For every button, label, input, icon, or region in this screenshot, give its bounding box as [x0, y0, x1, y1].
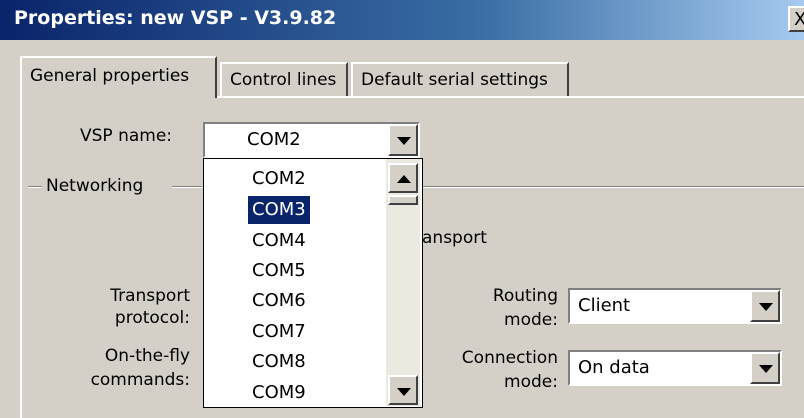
- list-item[interactable]: COM8: [248, 348, 310, 376]
- vsp-name-value: COM2: [247, 129, 301, 150]
- networking-group-line: [28, 186, 42, 188]
- connection-mode-select[interactable]: On data: [568, 350, 782, 386]
- networking-group-line: [421, 186, 804, 188]
- close-icon: X: [794, 9, 804, 30]
- transport-protocol-label-line1: Transport: [110, 286, 190, 306]
- chevron-down-icon: [759, 365, 773, 373]
- routing-mode-select[interactable]: Client: [568, 288, 782, 324]
- onthefly-commands-label-line2: commands:: [90, 370, 190, 390]
- connection-mode-dropdown-button[interactable]: [750, 352, 780, 384]
- onthefly-commands-label-line1: On-the-fly: [104, 346, 190, 366]
- transport-option-label: ansport: [422, 228, 487, 248]
- tab-label: Default serial settings: [361, 70, 548, 90]
- list-item[interactable]: COM2: [248, 165, 310, 193]
- window-title: Properties: new VSP - V3.9.82: [14, 7, 337, 29]
- scroll-up-button[interactable]: [388, 163, 418, 193]
- list-item-selected[interactable]: COM3: [248, 196, 310, 224]
- tab-default-serial-settings[interactable]: Default serial settings: [351, 62, 569, 96]
- routing-mode-label-line2: mode:: [504, 310, 558, 330]
- tab-label: Control lines: [230, 70, 337, 90]
- tab-general-properties[interactable]: General properties: [20, 56, 217, 98]
- dropdown-scrollbar[interactable]: [386, 159, 420, 406]
- chevron-down-icon: [397, 388, 411, 396]
- vsp-name-dropdown-button[interactable]: [388, 124, 418, 156]
- routing-mode-value: Client: [578, 295, 631, 316]
- vsp-name-label: VSP name:: [80, 126, 173, 146]
- close-button[interactable]: X: [788, 6, 804, 32]
- connection-mode-label-line2: mode:: [504, 372, 558, 392]
- list-item[interactable]: COM5: [248, 257, 310, 285]
- scroll-down-button[interactable]: [388, 375, 418, 405]
- connection-mode-label-line1: Connection: [461, 348, 558, 368]
- list-item[interactable]: COM9: [248, 379, 310, 407]
- routing-mode-label-line1: Routing: [492, 286, 558, 306]
- tab-control-lines[interactable]: Control lines: [220, 62, 348, 96]
- list-item[interactable]: COM6: [248, 287, 310, 315]
- title-bar: Properties: new VSP - V3.9.82 X: [0, 0, 804, 40]
- chevron-down-icon: [397, 137, 411, 145]
- networking-group-label: Networking: [46, 176, 144, 196]
- vsp-name-combobox[interactable]: COM2: [203, 122, 420, 158]
- list-item[interactable]: COM4: [248, 227, 310, 255]
- connection-mode-value: On data: [578, 357, 650, 378]
- routing-mode-dropdown-button[interactable]: [750, 290, 780, 322]
- transport-protocol-label-line2: protocol:: [114, 308, 190, 328]
- tab-label: General properties: [30, 66, 190, 86]
- chevron-down-icon: [759, 303, 773, 311]
- list-item[interactable]: COM7: [248, 318, 310, 346]
- networking-group-line: [172, 186, 202, 188]
- chevron-up-icon: [397, 175, 411, 183]
- scroll-thumb[interactable]: [388, 195, 418, 205]
